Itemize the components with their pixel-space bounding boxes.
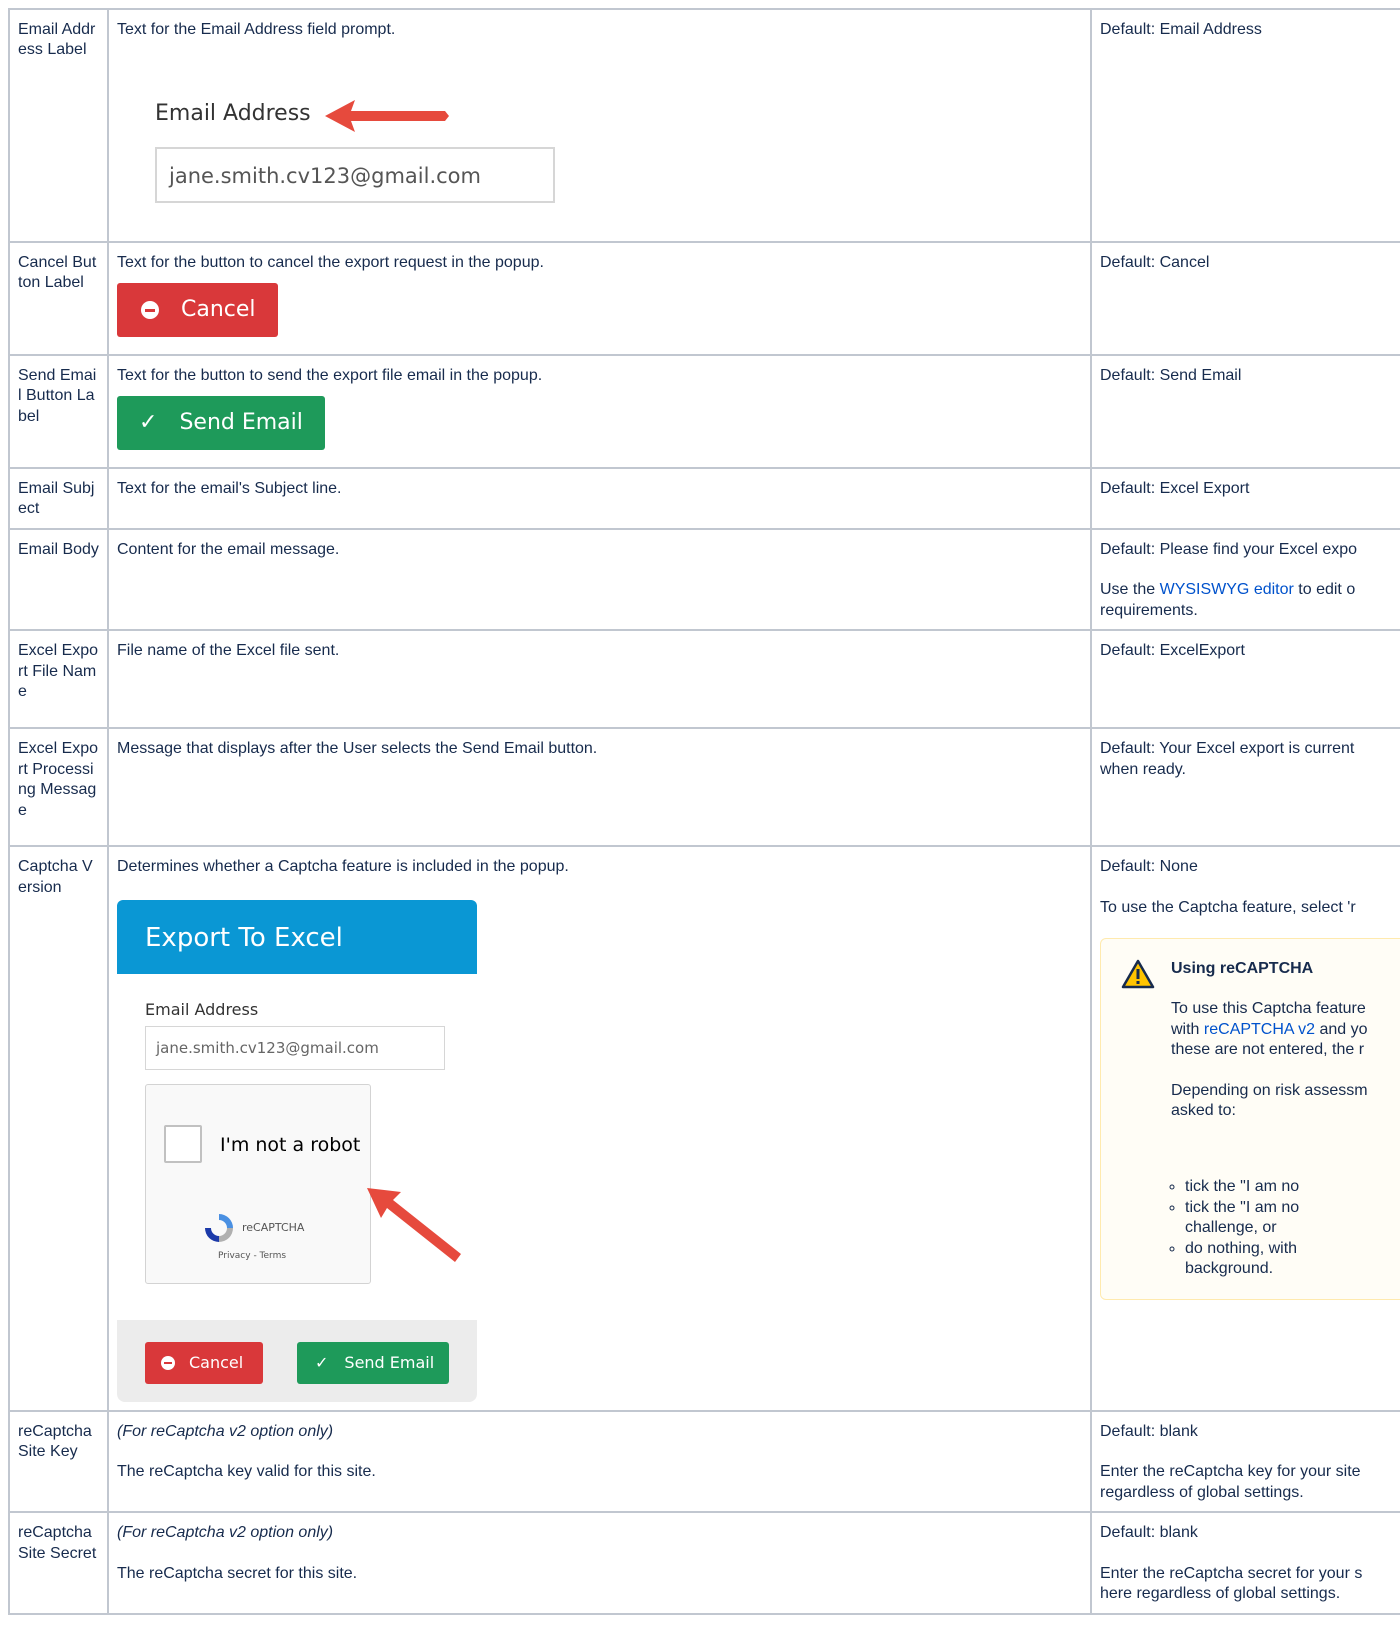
table-row: reCaptcha Site Secret (For reCaptcha v2 … bbox=[8, 1511, 1400, 1615]
field-default: Default: Send Email bbox=[1090, 354, 1400, 469]
field-name: Email Address Label bbox=[8, 8, 109, 243]
field-default: Default: Email Address bbox=[1090, 8, 1400, 243]
recaptcha-widget: I'm not a robot reCAPTCHA Privacy - Term… bbox=[145, 1083, 371, 1284]
description-text: The reCaptcha key valid for this site. bbox=[117, 1463, 376, 1481]
field-description: Message that displays after the User sel… bbox=[107, 727, 1092, 848]
email-label-screenshot: Email Address jane.smith.cv123@gmail.com bbox=[117, 40, 1082, 228]
qualifier-text: (For reCaptcha v2 option only) bbox=[117, 1422, 334, 1440]
field-default: Default: blank Enter the reCaptcha secre… bbox=[1090, 1511, 1400, 1615]
list-item: do nothing, withbackground. bbox=[1185, 1239, 1299, 1280]
popup-email-input: jane.smith.cv123@gmail.com bbox=[145, 1025, 445, 1070]
table-row: Email Address Label Text for the Email A… bbox=[8, 8, 1400, 243]
field-name: reCaptcha Site Secret bbox=[8, 1511, 109, 1615]
recaptcha-checkbox bbox=[164, 1124, 202, 1163]
popup-title: Export To Excel bbox=[117, 899, 477, 974]
wysiwyg-editor-link[interactable]: WYSISWYG editor bbox=[1160, 581, 1294, 598]
field-description: Text for the Email Address field prompt.… bbox=[107, 8, 1092, 243]
table-row: Send Email Button Label Text for the but… bbox=[8, 354, 1400, 469]
email-label-sample: Email Address bbox=[155, 101, 311, 127]
field-name: Email Body bbox=[8, 527, 109, 632]
description-text: The reCaptcha secret for this site. bbox=[117, 1564, 358, 1582]
recaptcha-label: I'm not a robot bbox=[220, 1133, 361, 1156]
warning-list: tick the "I am no tick the "I am nochall… bbox=[1101, 1177, 1299, 1279]
recaptcha-v2-link[interactable]: reCAPTCHA v2 bbox=[1204, 1021, 1315, 1038]
field-name: Email Subject bbox=[8, 467, 109, 530]
field-description: Content for the email message. bbox=[107, 527, 1092, 632]
list-item: tick the "I am no bbox=[1185, 1177, 1299, 1197]
description-text: Text for the button to cancel the export… bbox=[117, 254, 544, 271]
checkmark-icon: ✓ bbox=[139, 410, 158, 436]
minus-circle-icon bbox=[161, 1355, 175, 1370]
default-text: Default: Your Excel export is current bbox=[1100, 740, 1355, 758]
field-description: (For reCaptcha v2 option only) The reCap… bbox=[107, 1511, 1092, 1615]
default-note: Use the WYSISWYG editor to edit o require… bbox=[1100, 581, 1356, 619]
field-description: Text for the email's Subject line. bbox=[107, 467, 1092, 530]
table-row: reCaptcha Site Key (For reCaptcha v2 opt… bbox=[8, 1409, 1400, 1514]
list-item: tick the "I am nochallenge, or bbox=[1185, 1198, 1299, 1239]
red-arrow-icon bbox=[367, 1187, 461, 1262]
table-row: Email Body Content for the email message… bbox=[8, 527, 1400, 632]
warning-text: To use this Captcha feature with reCAPTC… bbox=[1171, 1000, 1368, 1120]
field-default: Default: Please find your Excel expo Use… bbox=[1090, 527, 1400, 632]
default-note: To use the Captcha feature, select 'r bbox=[1100, 898, 1356, 916]
default-text: Default: blank bbox=[1100, 1524, 1198, 1542]
popup-send-email-button: ✓ Send Email bbox=[297, 1341, 449, 1384]
default-note: Enter the reCaptcha key for your site reg… bbox=[1100, 1463, 1361, 1501]
description-text: Determines whether a Captcha feature is … bbox=[117, 858, 569, 876]
table-row: Captcha Version Determines whether a Cap… bbox=[8, 845, 1400, 1412]
description-text: Text for the Email Address field prompt. bbox=[117, 21, 396, 38]
field-name: Cancel Button Label bbox=[8, 241, 109, 356]
email-input-sample: jane.smith.cv123@gmail.com bbox=[155, 147, 555, 204]
field-default: Default: None To use the Captcha feature… bbox=[1090, 845, 1400, 1412]
popup-body: Email Address jane.smith.cv123@gmail.com… bbox=[117, 973, 477, 1304]
field-description: Text for the button to cancel the export… bbox=[107, 241, 1092, 356]
description-text: Text for the button to send the export f… bbox=[117, 367, 543, 384]
default-note: Enter the reCaptcha secret for your s her… bbox=[1100, 1564, 1363, 1603]
default-text: Default: blank bbox=[1100, 1422, 1198, 1440]
recaptcha-logo-icon bbox=[205, 1213, 233, 1242]
field-default: Default: ExcelExport bbox=[1090, 629, 1400, 730]
table-row: Cancel Button Label Text for the button … bbox=[8, 241, 1400, 356]
warning-icon bbox=[1121, 960, 1155, 989]
default-text: Default: Please find your Excel expo bbox=[1100, 540, 1358, 558]
field-default: Default: blank Enter the reCaptcha key f… bbox=[1090, 1409, 1400, 1514]
popup-footer: Cancel ✓ Send Email bbox=[117, 1319, 477, 1402]
field-description: File name of the Excel file sent. bbox=[107, 629, 1092, 730]
field-name: reCaptcha Site Key bbox=[8, 1409, 109, 1514]
recaptcha-brand: reCAPTCHA bbox=[242, 1220, 305, 1234]
field-default: Default: Your Excel export is current wh… bbox=[1090, 727, 1400, 848]
default-text: Default: None bbox=[1100, 858, 1198, 876]
field-default: Default: Excel Export bbox=[1090, 467, 1400, 530]
table-row: Email Subject Text for the email's Subje… bbox=[8, 467, 1400, 530]
field-description: (For reCaptcha v2 option only) The reCap… bbox=[107, 1409, 1092, 1514]
checkmark-icon: ✓ bbox=[315, 1352, 329, 1372]
cancel-button-sample: Cancel bbox=[117, 283, 278, 338]
send-label: Send Email bbox=[179, 410, 303, 436]
field-description: Determines whether a Captcha feature is … bbox=[107, 845, 1092, 1412]
popup-cancel-button: Cancel bbox=[145, 1341, 263, 1384]
warning-panel: Using reCAPTCHA To use this Captcha feat… bbox=[1100, 938, 1400, 1301]
red-arrow-icon bbox=[325, 100, 449, 133]
table-row: Excel Export Processing Message Message … bbox=[8, 727, 1400, 848]
popup-email-label: Email Address bbox=[145, 999, 259, 1019]
field-default: Default: Cancel bbox=[1090, 241, 1400, 356]
warning-title: Using reCAPTCHA bbox=[1171, 960, 1314, 978]
field-name: Excel Export File Name bbox=[8, 629, 109, 730]
qualifier-text: (For reCaptcha v2 option only) bbox=[117, 1524, 334, 1542]
table-row: Excel Export File Name File name of the … bbox=[8, 629, 1400, 730]
recaptcha-terms: Privacy - Terms bbox=[218, 1250, 287, 1261]
field-name: Excel Export Processing Message bbox=[8, 727, 109, 848]
field-name: Send Email Button Label bbox=[8, 354, 109, 469]
cancel-label: Cancel bbox=[181, 297, 256, 323]
config-table: Email Address Label Text for the Email A… bbox=[8, 8, 1400, 1615]
send-email-button-sample: ✓ Send Email bbox=[117, 396, 325, 451]
field-name: Captcha Version bbox=[8, 845, 109, 1412]
default-text-cont: when ready. bbox=[1100, 760, 1186, 778]
minus-circle-icon bbox=[141, 301, 159, 320]
export-popup-screenshot: Export To Excel Email Address jane.smith… bbox=[117, 899, 477, 1402]
field-description: Text for the button to send the export f… bbox=[107, 354, 1092, 469]
